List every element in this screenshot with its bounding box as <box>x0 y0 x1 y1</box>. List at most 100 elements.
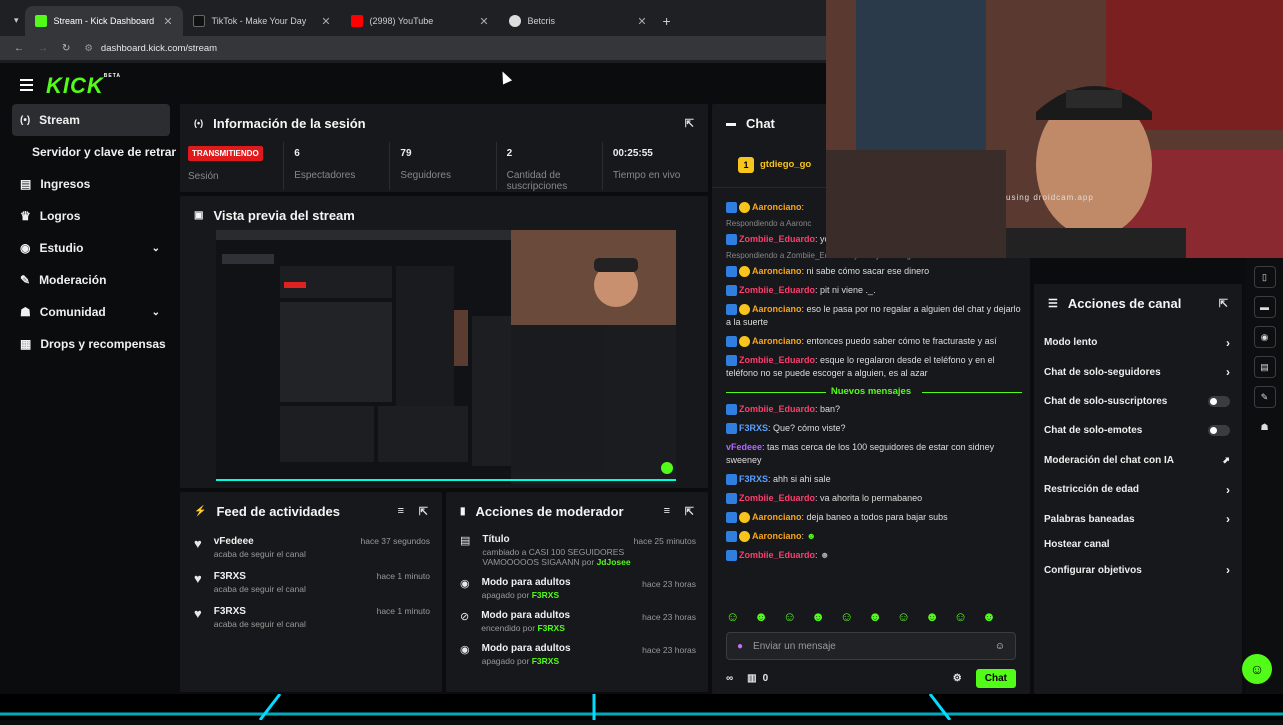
badge-icon <box>739 266 750 278</box>
action-hostear-canal[interactable]: Hostear canal <box>1034 534 1242 556</box>
chat-icon[interactable]: ▬ <box>1253 296 1276 318</box>
sidebar-item-stream[interactable]: (•) Stream <box>12 104 170 136</box>
feed-action: acaba de seguir el canal <box>213 584 306 594</box>
tab-tiktok[interactable]: TikTok - Make Your Day ✕ <box>183 6 341 36</box>
emote-icon[interactable]: ☻ <box>811 609 825 624</box>
chat-text: deja baneo a todos para bajar subs <box>806 512 948 522</box>
close-icon[interactable]: ✕ <box>321 15 330 28</box>
emote-icon[interactable]: ☺ <box>840 609 853 624</box>
sidebar-item-logros[interactable]: ♛ Logros <box>0 200 176 232</box>
back-icon[interactable]: ← <box>14 43 24 54</box>
shield-icon: ▮ <box>460 505 466 517</box>
badge-icon <box>726 404 737 416</box>
filter-icon[interactable]: ≡ <box>664 505 670 517</box>
badge-icon <box>726 336 737 348</box>
tab-kick[interactable]: Stream - Kick Dashboard ✕ <box>24 6 183 36</box>
people-icon[interactable]: ☗ <box>1254 416 1276 438</box>
forward-icon[interactable]: → <box>38 43 48 54</box>
bottom-overlay-strip <box>0 693 1283 721</box>
badge-icon <box>726 493 737 505</box>
emote-icon[interactable]: ☺ <box>897 609 910 624</box>
title-icon: ▤ <box>460 535 471 547</box>
chat-user[interactable]: Aaronciano <box>752 512 802 522</box>
broadcast-icon[interactable]: ◉ <box>1253 326 1276 348</box>
toggle-switch[interactable] <box>1208 395 1230 407</box>
stat-value: 79 <box>400 148 412 159</box>
chat-user[interactable]: Aaronciano <box>752 531 802 541</box>
mic-icon[interactable]: ● <box>737 641 743 652</box>
sidebar-item-label: Servidor y clave de retransm <box>32 145 176 159</box>
sidebar-item-estudio[interactable]: ◉ Estudio ⌄ <box>0 232 176 264</box>
emote-icon: ☻ <box>820 550 830 560</box>
stream-preview-video[interactable] <box>216 230 676 484</box>
mobile-icon[interactable]: ▯ <box>1253 266 1276 288</box>
site-info-icon[interactable]: ⚙ <box>84 43 93 54</box>
chat-user[interactable]: Aaronciano <box>752 202 802 212</box>
close-icon[interactable]: ✕ <box>637 15 646 28</box>
sidebar-item-comunidad[interactable]: ☗ Comunidad ⌄ <box>0 296 176 328</box>
help-bubble-icon[interactable]: ☺ <box>1242 654 1272 684</box>
action-configurar-objetivos[interactable]: Configurar objetivos › <box>1034 556 1242 585</box>
chat-user[interactable]: vFedeee <box>726 442 762 452</box>
toggle-switch[interactable] <box>1208 425 1230 437</box>
emote-icon[interactable]: ☻ <box>982 609 996 624</box>
action-moderacion-ia[interactable]: Moderación del chat con IA ⬈ <box>1034 446 1242 475</box>
badge-icon <box>739 531 750 543</box>
chat-user[interactable]: F3RXS <box>739 423 768 433</box>
chat-user[interactable]: Zombiie_Eduardo <box>739 285 815 295</box>
chat-user[interactable]: Zombiie_Eduardo <box>739 493 815 503</box>
emote-bar: ☺ ☻ ☺ ☻ ☺ ☻ ☺ ☻ ☺ ☻ <box>726 609 996 624</box>
emote-icon[interactable]: ☻ <box>754 609 768 624</box>
emote-icon[interactable]: ☻ <box>868 609 882 624</box>
new-tab-icon[interactable]: + <box>663 13 671 29</box>
action-restriccion-edad[interactable]: Restricción de edad › <box>1034 475 1242 504</box>
chat-input[interactable]: ● Enviar un mensaje ☺ <box>726 632 1016 660</box>
emoji-picker-icon[interactable]: ☺ <box>995 641 1005 652</box>
tab-betcris[interactable]: Betcris ✕ <box>499 6 657 36</box>
url-field[interactable]: ⚙ dashboard.kick.com/stream <box>84 43 217 54</box>
action-modo-lento[interactable]: Modo lento › <box>1034 328 1242 357</box>
emote-icon[interactable]: ☺ <box>783 609 796 624</box>
layout-icon[interactable]: ▤ <box>1253 356 1276 378</box>
chat-user[interactable]: Zombiie_Eduardo <box>739 234 815 244</box>
wrench-icon[interactable]: ✎ <box>1253 386 1276 408</box>
feed-action: acaba de seguir el canal <box>213 619 306 629</box>
popout-icon[interactable]: ⇱ <box>685 505 694 518</box>
sidebar-item-ingresos[interactable]: ▤ Ingresos <box>0 168 176 200</box>
chat-user[interactable]: Aaronciano <box>752 336 802 346</box>
feed-header: ⚡ Feed de actividades ≡ ⇱ <box>180 492 442 530</box>
sidebar-item-drops[interactable]: ▦ Drops y recompensas <box>0 328 176 360</box>
action-solo-seguidores[interactable]: Chat de solo-seguidores › <box>1034 357 1242 386</box>
link-icon[interactable]: ∞ <box>726 673 733 684</box>
popout-icon[interactable]: ⇱ <box>685 117 694 130</box>
sidebar-item-server-key[interactable]: Servidor y clave de retransm <box>0 136 176 168</box>
chat-user[interactable]: F3RXS <box>739 474 768 484</box>
close-icon[interactable]: ✕ <box>163 15 172 28</box>
stat-label: Seguidores <box>400 170 451 181</box>
chat-user[interactable]: Zombiie_Eduardo <box>739 404 815 414</box>
chevron-down-icon[interactable]: ⌄ <box>152 243 160 254</box>
close-icon[interactable]: ✕ <box>479 15 488 28</box>
kick-logo[interactable]: KICKBETA <box>46 73 121 99</box>
chevron-down-icon[interactable]: ⌄ <box>152 307 160 318</box>
action-palabras-baneadas[interactable]: Palabras baneadas › <box>1034 504 1242 533</box>
chat-user[interactable]: Aaronciano <box>752 266 802 276</box>
chat-user[interactable]: Zombiie_Eduardo <box>739 550 815 560</box>
chat-user[interactable]: Zombiie_Eduardo <box>739 355 815 365</box>
emote-icon[interactable]: ☺ <box>954 609 967 624</box>
badge-icon <box>739 202 750 214</box>
settings-gear-icon[interactable]: ⚙ <box>953 673 962 684</box>
reload-icon[interactable]: ↻ <box>62 43 70 54</box>
popout-icon[interactable]: ⇱ <box>419 505 428 518</box>
filter-icon[interactable]: ≡ <box>398 505 404 517</box>
popout-icon[interactable]: ⇱ <box>1219 297 1228 310</box>
chat-user[interactable]: Aaronciano <box>752 304 802 314</box>
tab-youtube[interactable]: (2998) YouTube ✕ <box>341 6 499 36</box>
badge-icon <box>739 336 750 348</box>
emote-icon[interactable]: ☺ <box>726 609 739 624</box>
sidebar-item-moderacion[interactable]: ✎ Moderación <box>0 264 176 296</box>
tab-list-icon[interactable]: ▾ <box>14 15 19 26</box>
chat-send-button[interactable]: Chat <box>975 668 1016 688</box>
emote-icon[interactable]: ☻ <box>925 609 939 624</box>
menu-icon[interactable] <box>20 79 33 94</box>
